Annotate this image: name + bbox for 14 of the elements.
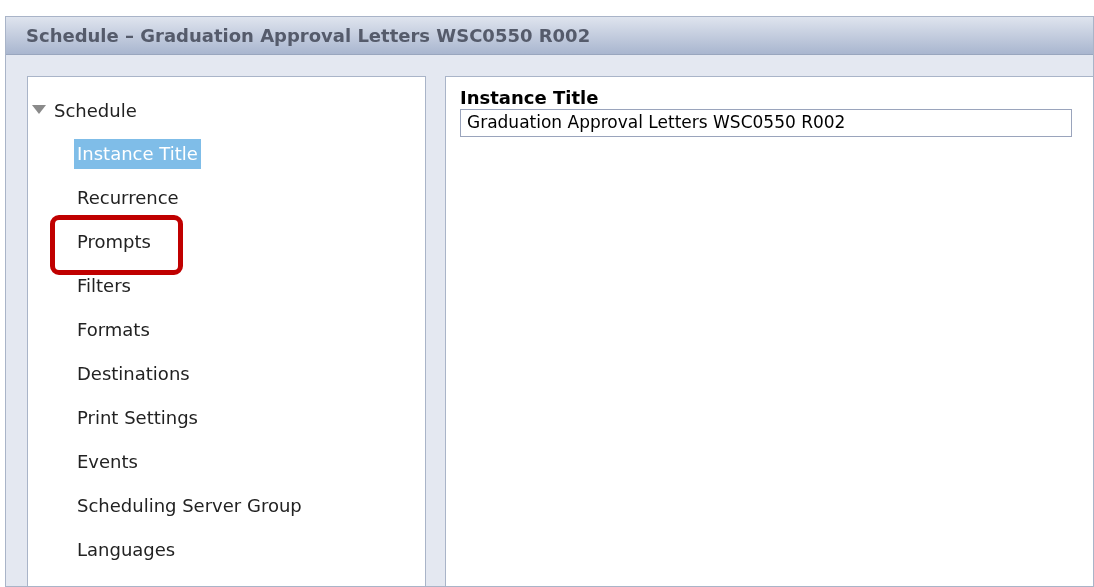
tree-item[interactable]: Scheduling Server Group [77,491,302,521]
tree-item[interactable]: Formats [77,315,150,345]
tree-item[interactable]: Print Settings [77,403,198,433]
tree-item[interactable]: Destinations [77,359,190,389]
expand-triangle-icon[interactable] [32,105,46,115]
title-field[interactable]: Graduation Approval Letters WSC0550 R002 [460,109,1072,137]
window-title: Schedule – Graduation Approval Letters WSC0550 R002 [26,24,591,48]
field-label: Instance Title [460,87,599,109]
tree-item[interactable]: Events [77,447,138,477]
tree-item[interactable]: Recurrence [77,183,179,213]
tree-item[interactable]: Languages [77,535,176,565]
tree-item[interactable]: Prompts [77,227,151,257]
tree-item[interactable]: Filters [77,271,131,301]
tree-item[interactable]: Schedule [54,96,137,124]
